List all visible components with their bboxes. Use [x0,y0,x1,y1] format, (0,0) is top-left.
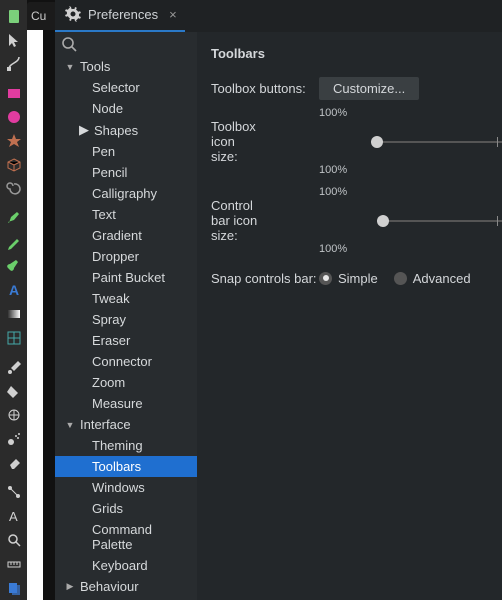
star-icon[interactable] [5,133,23,149]
tree-item-command-palette[interactable]: Command Palette [55,519,197,555]
pen-icon[interactable] [5,210,23,226]
tree-category-behaviour[interactable]: ▶ Behaviour [55,576,197,597]
value-top: 100% [211,107,502,119]
text2-icon[interactable]: A [5,508,23,524]
gradient-icon[interactable] [5,306,23,322]
preferences-icon [65,6,81,22]
circle-icon[interactable] [5,109,23,125]
radio-label: Simple [338,271,378,286]
row-control-bar-icon-size: 100% Control bar icon size: 100% [211,186,502,255]
calligraphy-icon[interactable] [5,258,23,274]
category-label: Interface [80,417,131,432]
measure-icon[interactable] [5,556,23,572]
svg-text:A: A [9,509,18,524]
tree-category-interface[interactable]: ▼ Interface [55,414,197,435]
search-input[interactable] [61,36,191,52]
text-icon[interactable]: A [5,282,23,298]
customize-button[interactable]: Customize... [319,77,419,100]
row-toolbox-buttons: Toolbox buttons: Customize... [211,75,502,101]
tree-item-toolbars[interactable]: Toolbars [55,456,197,477]
tree-item-node[interactable]: Node [55,98,197,119]
tree-item-zoom[interactable]: Zoom [55,372,197,393]
tree-item-tweak[interactable]: Tweak [55,288,197,309]
dropper-icon[interactable] [5,359,23,375]
cube-icon[interactable] [5,157,23,173]
value-top: 100% [211,186,502,198]
canvas-strip [27,30,43,600]
connector-icon[interactable] [5,484,23,500]
tree-category-tools[interactable]: ▼ Tools [55,56,197,77]
radio-dot-icon [394,272,407,285]
label: Snap controls bar: [211,271,319,286]
tree-item-eraser[interactable]: Eraser [55,330,197,351]
preferences-pane: ▼ Tools SelectorNode ▶ Shapes PenPencilCallig… [55,32,502,600]
bucket-icon[interactable] [5,383,23,399]
tree-item-paint-bucket[interactable]: Paint Bucket [55,267,197,288]
chevron-down-icon: ▼ [65,420,75,430]
label: Control bar icon size: [211,198,269,243]
tree-item-dropper[interactable]: Dropper [55,246,197,267]
rectangle-icon[interactable] [5,85,23,101]
tree-item-keyboard[interactable]: Keyboard [55,555,197,576]
radio-simple[interactable]: Simple [319,271,378,286]
control-bar-icon-size-slider[interactable] [377,213,502,229]
chevron-right-icon: ▶ [79,122,89,138]
search-icon [61,36,77,52]
tree-item-pen[interactable]: Pen [55,141,197,162]
radio-advanced[interactable]: Advanced [394,271,471,286]
chevron-right-icon: ▶ [65,581,75,592]
section-heading: Toolbars [211,46,502,61]
background-document-tab[interactable]: Cu [27,2,57,30]
category-label: Behaviour [80,579,139,594]
toolbox-icon-size-slider[interactable] [371,134,502,150]
pages-icon[interactable] [5,580,23,596]
value-bottom: 100% [211,243,502,255]
spray-icon[interactable] [5,431,23,447]
tree-item-selector[interactable]: Selector [55,77,197,98]
tweak-icon[interactable] [5,407,23,423]
close-icon[interactable]: × [169,7,177,22]
spiral-icon[interactable] [5,181,23,197]
preferences-tree: ▼ Tools SelectorNode ▶ Shapes PenPencilCallig… [55,56,197,600]
tree-item-gradient[interactable]: Gradient [55,225,197,246]
label: Toolbox buttons: [211,81,319,96]
pencil-icon[interactable] [5,234,23,250]
eraser-icon[interactable] [5,455,23,471]
tree-item-spray[interactable]: Spray [55,309,197,330]
tree-item-theming[interactable]: Theming [55,435,197,456]
row-snap-controls-bar: Snap controls bar: Simple Advanced [211,265,502,291]
item-label: Shapes [94,123,138,138]
toolbox: AA [0,0,27,600]
value-bottom: 100% [211,164,502,176]
tree-item-connector[interactable]: Connector [55,351,197,372]
label: Toolbox icon size: [211,119,263,164]
preferences-content: Toolbars Toolbox buttons: Customize... 1… [197,32,502,600]
tree-item-grids[interactable]: Grids [55,498,197,519]
arrow-icon[interactable] [5,32,23,48]
tab-label: Preferences [88,7,158,22]
chevron-down-icon: ▼ [65,62,75,72]
radio-label: Advanced [413,271,471,286]
mesh-icon[interactable] [5,330,23,346]
radio-dot-icon [319,272,332,285]
tree-item-calligraphy[interactable]: Calligraphy [55,183,197,204]
preferences-sidebar: ▼ Tools SelectorNode ▶ Shapes PenPencilCallig… [55,32,197,600]
svg-text:A: A [9,282,19,298]
tree-item-pencil[interactable]: Pencil [55,162,197,183]
zoom-icon[interactable] [5,532,23,548]
tree-item-windows[interactable]: Windows [55,477,197,498]
preferences-tab[interactable]: Preferences × [55,0,185,32]
bg-tab-label: Cu [31,9,46,23]
tree-item-shapes[interactable]: ▶ Shapes [55,119,197,141]
node-icon[interactable] [5,56,23,72]
new-document-icon[interactable] [5,8,23,24]
tree-item-text[interactable]: Text [55,204,197,225]
tree-item-measure[interactable]: Measure [55,393,197,414]
category-label: Tools [80,59,110,74]
panel-tab-bar: Preferences × [55,0,502,32]
row-toolbox-icon-size: 100% Toolbox icon size: 100% [211,107,502,176]
